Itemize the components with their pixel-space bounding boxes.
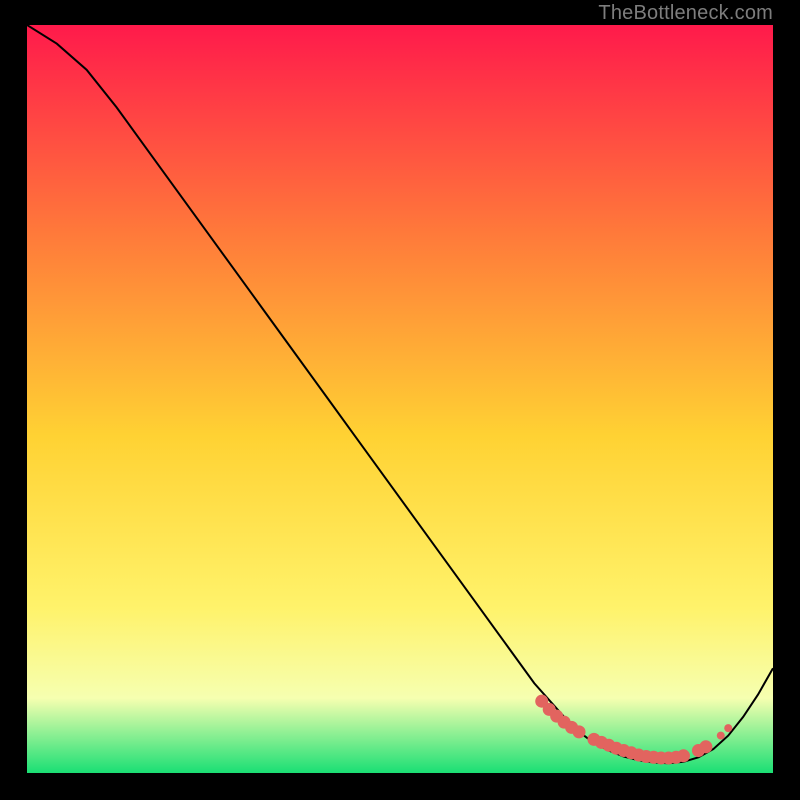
curve-dot — [677, 749, 690, 762]
curve-dots — [535, 695, 732, 765]
curve-dot — [573, 725, 586, 738]
curve-dot — [717, 732, 725, 740]
curve-dot — [724, 724, 732, 732]
attribution-text: TheBottleneck.com — [598, 2, 773, 25]
curve-layer — [27, 25, 773, 773]
bottleneck-curve — [27, 25, 773, 763]
curve-dot — [699, 740, 712, 753]
chart-stage: TheBottleneck.com — [0, 0, 800, 800]
plot-area — [27, 25, 773, 773]
